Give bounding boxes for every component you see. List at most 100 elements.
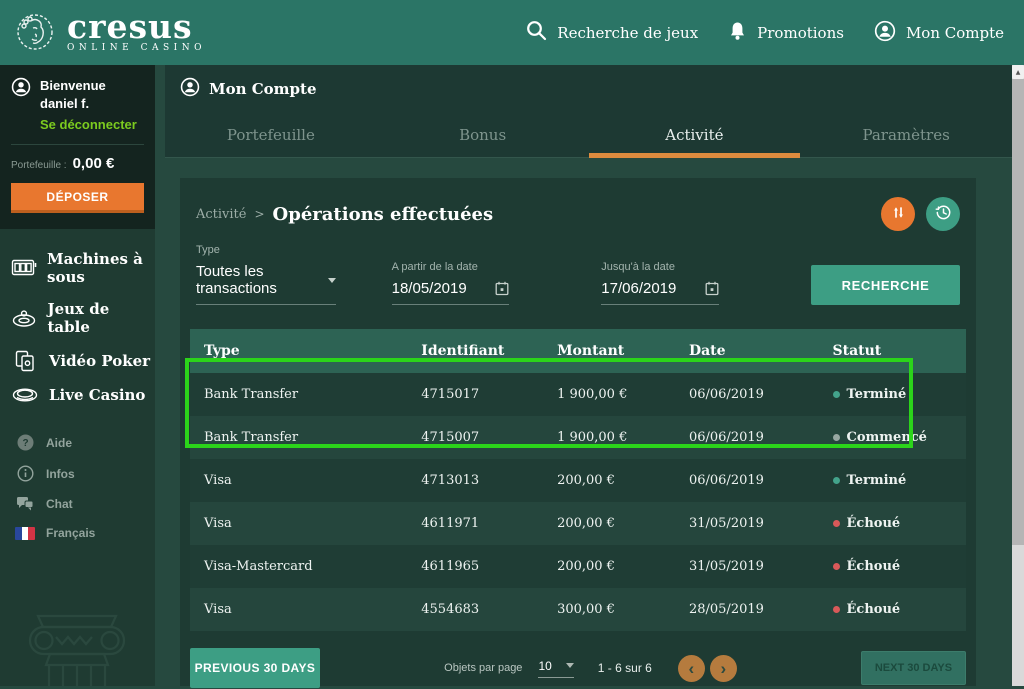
- chevron-down-icon: [328, 278, 336, 283]
- info-icon: [15, 465, 35, 482]
- status-dot: [833, 520, 840, 527]
- cell-date: 06/06/2019: [675, 387, 819, 402]
- previous-page-button[interactable]: ‹: [678, 655, 705, 682]
- username: daniel f.: [40, 95, 137, 113]
- search-icon: [526, 20, 547, 45]
- status-dot: [833, 391, 840, 398]
- per-page-select[interactable]: 10: [538, 659, 573, 678]
- nav-promotions[interactable]: Promotions: [728, 21, 844, 45]
- status-label: Terminé: [847, 473, 907, 488]
- table-row[interactable]: Bank Transfer 4715007 1 900,00 € 06/06/2…: [190, 416, 966, 459]
- table-body: Bank Transfer 4715017 1 900,00 € 06/06/2…: [190, 373, 966, 631]
- deposit-button[interactable]: DÉPOSER: [11, 183, 144, 213]
- header-nav: Recherche de jeux Promotions Mon Compte: [526, 20, 1004, 46]
- cell-amount: 200,00 €: [543, 516, 675, 531]
- sidebar-item-live-casino[interactable]: Live Casino: [0, 379, 155, 411]
- sidebar-item-label: Aide: [46, 436, 72, 450]
- next-page-button[interactable]: ›: [710, 655, 737, 682]
- sidebar: Bienvenue daniel f. Se déconnecter Porte…: [0, 65, 155, 686]
- scrollbar[interactable]: ▲: [1012, 65, 1024, 686]
- tab-activite[interactable]: Activité: [589, 112, 801, 158]
- logout-link[interactable]: Se déconnecter: [40, 117, 137, 132]
- scrollbar-thumb[interactable]: [1012, 79, 1024, 545]
- to-date-field[interactable]: Jusqu'à la date 17/06/2019: [601, 261, 719, 305]
- col-header-status: Statut: [819, 343, 966, 359]
- sidebar-user-section: Bienvenue daniel f. Se déconnecter Porte…: [0, 65, 155, 229]
- sidebar-item-slots[interactable]: Machines à sous: [0, 243, 155, 293]
- pagination-bar: PREVIOUS 30 DAYS Objets par page 10 1 - …: [190, 647, 966, 689]
- sidebar-item-language[interactable]: Français: [0, 519, 155, 547]
- table-row[interactable]: Bank Transfer 4715017 1 900,00 € 06/06/2…: [190, 373, 966, 416]
- sidebar-item-help[interactable]: ? Aide: [0, 427, 155, 458]
- filter-bar: Type Toutes les transactions A partir de…: [180, 236, 976, 305]
- status-label: Commencé: [847, 430, 927, 445]
- cresus-logo[interactable]: cresus ONLINE CASINO: [12, 8, 206, 58]
- sidebar-item-label: Jeux de table: [48, 300, 152, 336]
- table-row[interactable]: Visa 4611971 200,00 € 31/05/2019 Échoué: [190, 502, 966, 545]
- cell-id: 4611965: [407, 559, 543, 574]
- table-row[interactable]: Visa 4554683 300,00 € 28/05/2019 Échoué: [190, 588, 966, 631]
- from-date-field[interactable]: A partir de la date 18/05/2019: [392, 261, 510, 305]
- sidebar-item-video-poker[interactable]: Vidéo Poker: [0, 343, 155, 379]
- top-header: cresus ONLINE CASINO Recherche de jeux P…: [0, 0, 1024, 65]
- sidebar-item-table-games[interactable]: Jeux de table: [0, 293, 155, 343]
- live-casino-icon: [11, 386, 39, 404]
- tab-portefeuille[interactable]: Portefeuille: [165, 112, 377, 158]
- tab-parametres[interactable]: Paramètres: [800, 112, 1012, 158]
- table-header-row: Type Identifiant Montant Date Statut: [190, 329, 966, 373]
- logo-subtitle: ONLINE CASINO: [67, 43, 206, 53]
- to-date-value: 17/06/2019: [601, 280, 676, 297]
- col-header-amount: Montant: [543, 343, 675, 359]
- status-dot: [833, 563, 840, 570]
- cell-type: Bank Transfer: [190, 430, 407, 445]
- type-filter[interactable]: Type Toutes les transactions: [196, 244, 336, 305]
- history-clock-icon: [935, 204, 952, 224]
- sidebar-item-chat[interactable]: Chat: [0, 489, 155, 519]
- table-row[interactable]: Visa 4713013 200,00 € 06/06/2019 Terminé: [190, 459, 966, 502]
- sort-button[interactable]: [881, 197, 915, 231]
- breadcrumb-section[interactable]: Activité: [196, 207, 246, 222]
- cell-amount: 1 900,00 €: [543, 387, 675, 402]
- svg-text:?: ?: [22, 438, 28, 449]
- history-button[interactable]: [926, 197, 960, 231]
- logo-title: cresus: [67, 12, 206, 42]
- next-30-days-button[interactable]: NEXT 30 DAYS: [861, 651, 966, 685]
- search-button[interactable]: RECHERCHE: [811, 265, 960, 305]
- cell-date: 31/05/2019: [675, 559, 819, 574]
- cell-amount: 200,00 €: [543, 473, 675, 488]
- sidebar-menu: Machines à sous Jeux de table Vidéo Po: [0, 229, 155, 415]
- sidebar-item-infos[interactable]: Infos: [0, 458, 155, 489]
- tab-bonus[interactable]: Bonus: [377, 112, 589, 158]
- status-label: Terminé: [847, 387, 907, 402]
- cell-type: Visa: [190, 473, 407, 488]
- account-header: Mon Compte Portefeuille Bonus Activité P…: [165, 65, 1012, 158]
- chat-icon: [15, 496, 35, 512]
- cell-status: Échoué: [819, 559, 966, 574]
- french-flag-icon: [15, 527, 35, 540]
- status-label: Échoué: [847, 559, 901, 574]
- table-row[interactable]: Visa-Mastercard 4611965 200,00 € 31/05/2…: [190, 545, 966, 588]
- cell-type: Visa: [190, 516, 407, 531]
- table-games-icon: [11, 309, 38, 328]
- cell-amount: 200,00 €: [543, 559, 675, 574]
- cell-type: Visa-Mastercard: [190, 559, 407, 574]
- help-icon: ?: [15, 434, 35, 451]
- per-page-value: 10: [538, 659, 551, 673]
- cell-type: Visa: [190, 602, 407, 617]
- bell-icon: [728, 21, 747, 45]
- nav-promotions-label: Promotions: [757, 24, 844, 42]
- nav-search-games[interactable]: Recherche de jeux: [526, 20, 698, 45]
- breadcrumb-separator: >: [254, 207, 264, 221]
- to-date-label: Jusqu'à la date: [601, 261, 719, 273]
- previous-30-days-button[interactable]: PREVIOUS 30 DAYS: [190, 648, 320, 688]
- coin-face-icon: [12, 8, 58, 58]
- activity-panel: Activité > Opérations effectuées: [180, 178, 976, 686]
- nav-account[interactable]: Mon Compte: [874, 20, 1004, 46]
- scrollbar-up-arrow[interactable]: ▲: [1012, 65, 1024, 79]
- nav-account-label: Mon Compte: [906, 24, 1004, 42]
- cell-amount: 300,00 €: [543, 602, 675, 617]
- status-label: Échoué: [847, 602, 901, 617]
- calendar-icon: [705, 281, 719, 296]
- sidebar-item-label: Vidéo Poker: [49, 352, 150, 370]
- cell-id: 4715017: [407, 387, 543, 402]
